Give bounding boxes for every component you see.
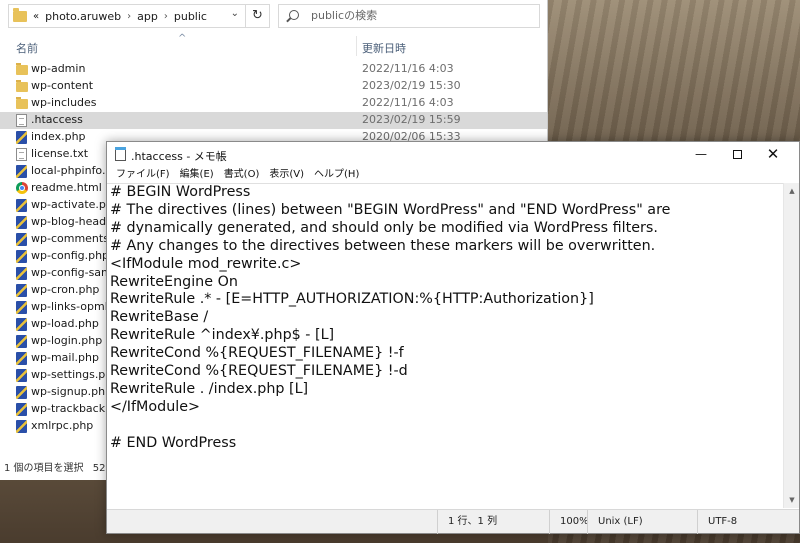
breadcrumb-photo-aruweb[interactable]: photo.aruweb: [45, 10, 121, 23]
chevron-right-icon: ›: [127, 10, 132, 22]
chevron-right-icon: ›: [163, 10, 168, 22]
file-name: wp-login.php: [31, 334, 103, 347]
file-name: wp-admin: [31, 62, 86, 75]
refresh-button[interactable]: ↻: [246, 4, 270, 28]
file-name: readme.html: [31, 181, 102, 194]
php-file-icon: [16, 335, 27, 348]
menu-file[interactable]: ファイル(F): [111, 167, 175, 183]
sort-caret-icon: ^: [178, 33, 187, 44]
address-overflow[interactable]: «: [33, 11, 39, 22]
file-row[interactable]: wp-includes 2022/11/16 4:03: [0, 95, 547, 112]
php-file-icon: [16, 403, 27, 416]
folder-icon: [16, 80, 28, 92]
search-input[interactable]: publicの検索: [278, 4, 540, 28]
file-row[interactable]: .htaccess 2023/02/19 15:59: [0, 112, 547, 129]
menu-format[interactable]: 書式(O): [219, 167, 265, 183]
file-date: 2023/02/19 15:30: [362, 79, 461, 92]
close-icon: ✕: [766, 145, 780, 163]
folder-icon: [16, 97, 28, 109]
notepad-icon: [115, 147, 126, 161]
selection-count: 1 個の項目を選択: [4, 463, 84, 474]
php-file-icon: [16, 352, 27, 365]
menu-view[interactable]: 表示(V): [264, 167, 309, 183]
file-name: wp-signup.php: [31, 385, 113, 398]
encoding: UTF-8: [697, 510, 799, 534]
file-content[interactable]: # BEGIN WordPress # The directives (line…: [107, 184, 783, 453]
column-divider[interactable]: [356, 36, 357, 56]
scroll-down-icon[interactable]: ▼: [784, 492, 800, 508]
file-name: wp-mail.php: [31, 351, 99, 364]
breadcrumb-app[interactable]: app: [137, 10, 158, 23]
minimize-button[interactable]: —: [683, 142, 719, 166]
vertical-scrollbar[interactable]: ▲ ▼: [783, 183, 799, 508]
address-box[interactable]: « photo.aruweb › app › public ⌄: [8, 4, 246, 28]
maximize-button[interactable]: [719, 142, 755, 166]
document-icon: [16, 148, 27, 161]
column-header: ^ 名前 更新日時: [0, 33, 547, 56]
file-name: .htaccess: [31, 113, 83, 126]
php-file-icon: [16, 233, 27, 246]
file-name: wp-config.php: [31, 249, 110, 262]
php-file-icon: [16, 131, 27, 144]
file-name: wp-load.php: [31, 317, 99, 330]
php-file-icon: [16, 250, 27, 263]
chevron-down-icon[interactable]: ⌄: [231, 8, 239, 19]
search-icon: [289, 10, 299, 20]
scroll-up-icon[interactable]: ▲: [784, 183, 800, 199]
search-placeholder: publicの検索: [311, 9, 378, 22]
breadcrumb-public[interactable]: public: [174, 10, 207, 23]
php-file-icon: [16, 165, 27, 178]
menu-edit[interactable]: 編集(E): [175, 167, 219, 183]
file-name: wp-includes: [31, 96, 97, 109]
file-date: 2022/11/16 4:03: [362, 62, 454, 75]
file-date: 2022/11/16 4:03: [362, 96, 454, 109]
php-file-icon: [16, 420, 27, 433]
php-file-icon: [16, 216, 27, 229]
php-file-icon: [16, 284, 27, 297]
folder-icon: [16, 63, 28, 75]
file-name: xmlrpc.php: [31, 419, 94, 432]
address-bar: « photo.aruweb › app › public ⌄ ↻ public…: [0, 0, 547, 32]
file-date: 2023/02/19 15:59: [362, 113, 461, 126]
notepad-title-bar[interactable]: .htaccess - メモ帳 — ✕: [107, 142, 799, 166]
php-file-icon: [16, 318, 27, 331]
window-title: .htaccess - メモ帳: [131, 150, 227, 163]
menu-help[interactable]: ヘルプ(H): [309, 167, 364, 183]
cursor-position: 1 行、1 列: [437, 510, 549, 534]
document-icon: [16, 114, 27, 127]
column-name-header[interactable]: 名前: [16, 40, 38, 56]
zoom-level: 100%: [549, 510, 589, 534]
menu-bar: ファイル(F) 編集(E) 書式(O) 表示(V) ヘルプ(H): [111, 167, 364, 183]
php-file-icon: [16, 267, 27, 280]
chrome-html-icon: [16, 182, 28, 194]
folder-icon: [13, 7, 27, 22]
file-name: wp-cron.php: [31, 283, 100, 296]
file-name: wp-content: [31, 79, 94, 92]
file-row[interactable]: wp-admin 2022/11/16 4:03: [0, 61, 547, 78]
file-name: license.txt: [31, 147, 89, 160]
file-row[interactable]: wp-content 2023/02/19 15:30: [0, 78, 547, 95]
notepad-status-bar: 1 行、1 列 100% Unix (LF) UTF-8: [107, 509, 799, 534]
line-ending: Unix (LF): [587, 510, 697, 534]
notepad-window: .htaccess - メモ帳 — ✕ ファイル(F) 編集(E) 書式(O) …: [106, 141, 800, 534]
php-file-icon: [16, 301, 27, 314]
close-button[interactable]: ✕: [755, 142, 791, 166]
column-date-header[interactable]: 更新日時: [362, 40, 406, 56]
maximize-icon: [732, 150, 742, 159]
refresh-icon: ↻: [252, 8, 263, 23]
php-file-icon: [16, 199, 27, 212]
text-editor-area[interactable]: # BEGIN WordPress # The directives (line…: [107, 183, 783, 508]
php-file-icon: [16, 386, 27, 399]
minimize-icon: —: [695, 147, 707, 161]
php-file-icon: [16, 369, 27, 382]
file-name: index.php: [31, 130, 86, 143]
